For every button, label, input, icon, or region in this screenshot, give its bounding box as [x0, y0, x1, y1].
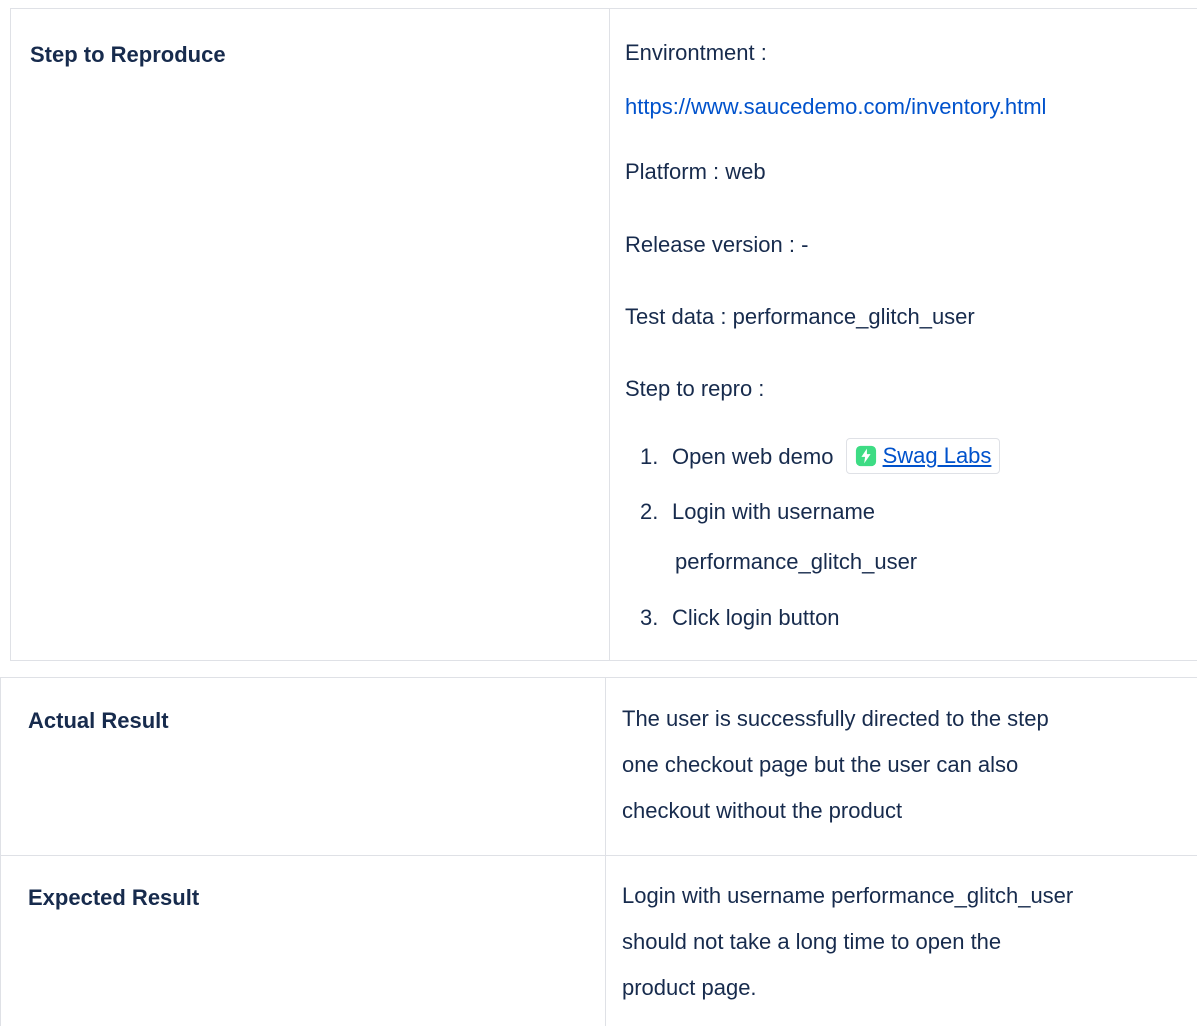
platform-text: Platform : web — [625, 159, 766, 184]
row-divider — [1, 855, 1197, 856]
row-divider — [11, 660, 1197, 661]
expected-result-line: product page. — [622, 975, 757, 1000]
actual-result-text: The user is successfully directed to the… — [622, 696, 1049, 834]
list-item: 2. Login with username — [640, 497, 875, 527]
step-number: 1. — [640, 443, 659, 469]
release-version-text: Release version : - — [625, 232, 809, 257]
list-item: 1. Open web demo Swag Labs — [640, 438, 1001, 476]
actual-result-line: The user is successfully directed to the… — [622, 706, 1049, 731]
step-text: Click login button — [672, 605, 840, 630]
test-data-text: Test data : performance_glitch_user — [625, 304, 975, 329]
swag-labs-link-chip[interactable]: Swag Labs — [845, 438, 1001, 474]
expected-result-line: Login with username performance_glitch_u… — [622, 883, 1074, 908]
step-number: 2. — [640, 499, 659, 524]
actual-result-line: one checkout page but the user can also — [622, 752, 1019, 777]
list-item: 3. Click login button — [640, 603, 840, 633]
expected-result-header: Expected Result — [28, 885, 200, 910]
step-text: Login with username — [672, 499, 876, 524]
chip-label: Swag Labs — [882, 443, 992, 468]
environment-url-link[interactable]: https://www.saucedemo.com/inventory.html — [625, 94, 1046, 119]
step-number: 3. — [640, 605, 659, 630]
step-to-repro-label: Step to repro : — [625, 376, 765, 401]
column-divider — [609, 9, 610, 661]
swag-labs-logo-icon — [855, 445, 876, 467]
step-text: Open web demo — [672, 443, 834, 469]
results-table: Actual Result The user is successfully d… — [0, 677, 1197, 1026]
environment-label: Environtment : — [625, 40, 767, 65]
step-text-continuation: performance_glitch_user — [675, 549, 918, 574]
expected-result-text: Login with username performance_glitch_u… — [622, 873, 1073, 1011]
step-to-reproduce-header: Step to Reproduce — [30, 42, 226, 67]
expected-result-line: should not take a long time to open the — [622, 929, 1002, 954]
step-to-reproduce-table: Step to Reproduce Environtment : https:/… — [10, 8, 1197, 661]
actual-result-line: checkout without the product — [622, 798, 903, 823]
column-divider — [605, 678, 606, 1026]
actual-result-header: Actual Result — [28, 708, 169, 733]
